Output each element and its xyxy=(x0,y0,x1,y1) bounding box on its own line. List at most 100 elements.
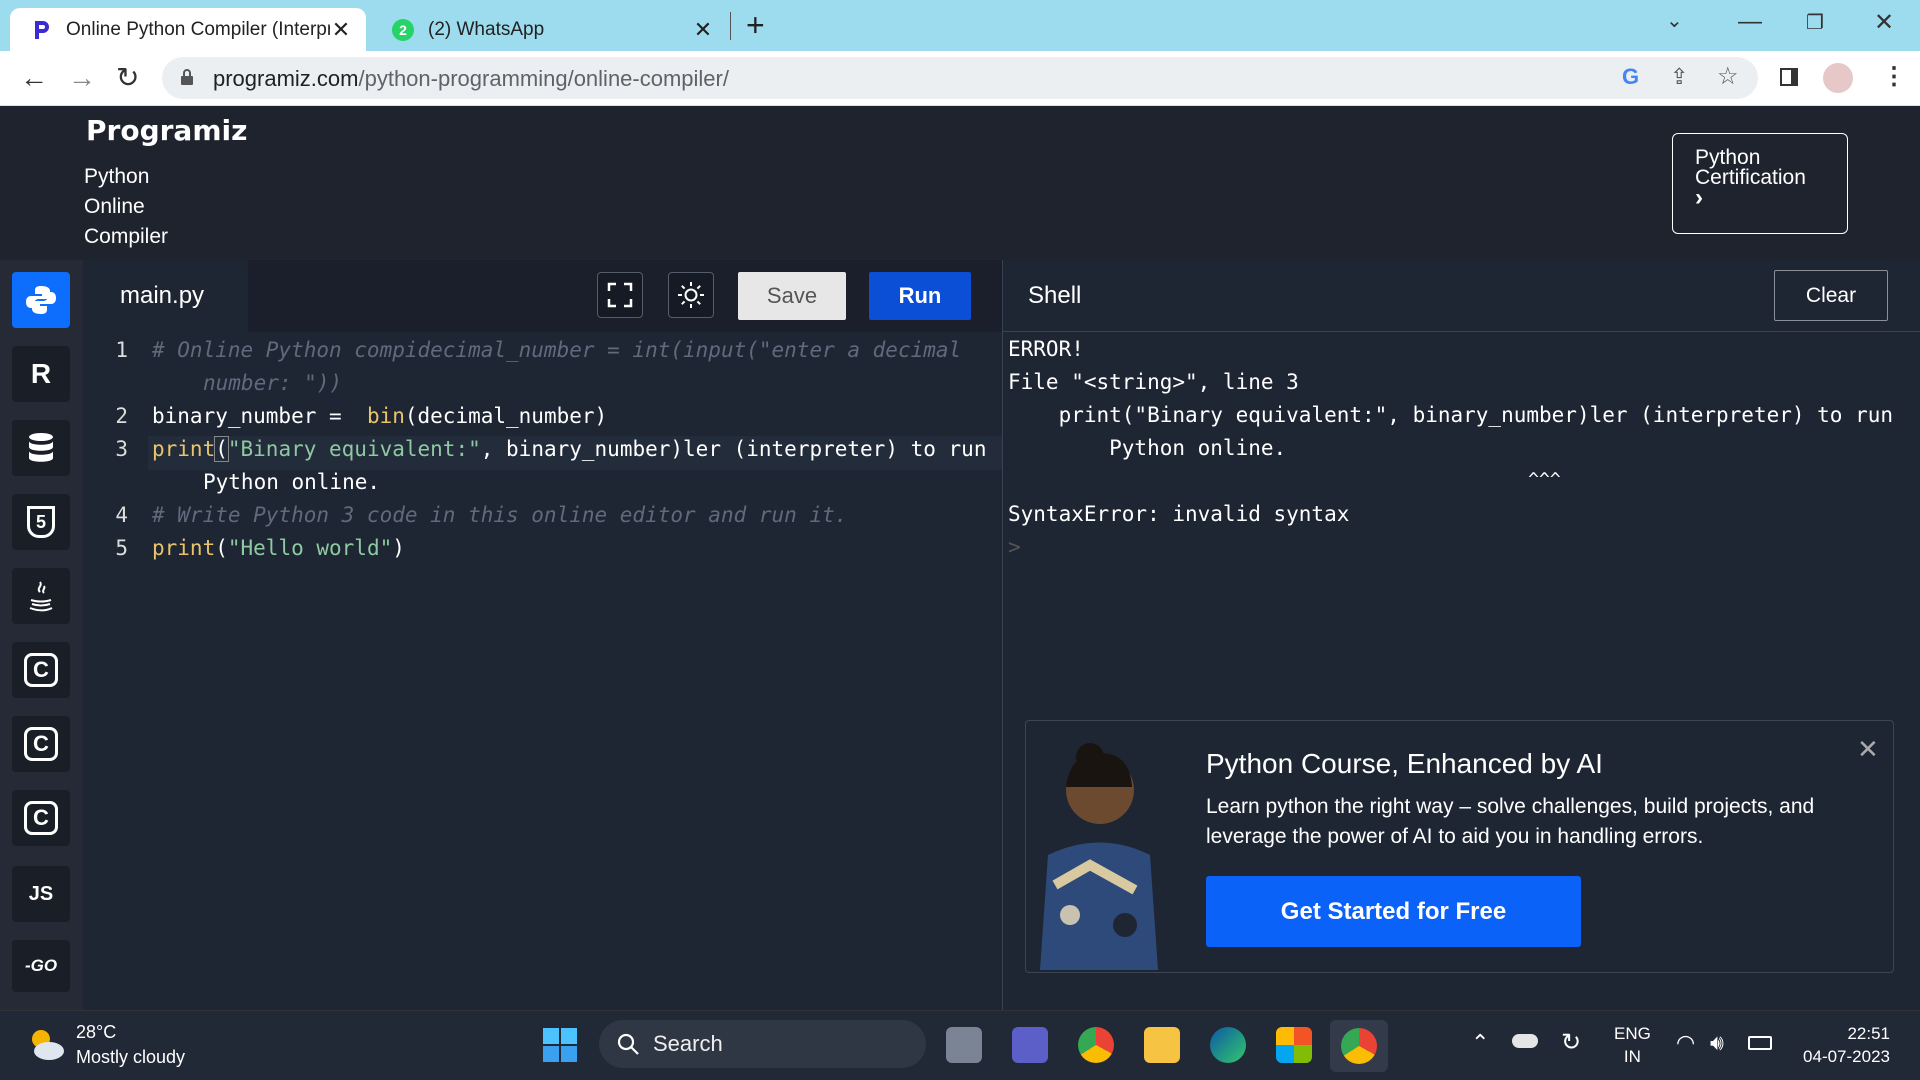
theme-toggle-button[interactable] xyxy=(668,272,714,318)
sidebar-item-go[interactable]: -GO xyxy=(12,940,70,992)
code-line[interactable]: binary_number = bin(decimal_number) xyxy=(152,404,607,428)
url-text[interactable]: programiz.com/python-programming/online-… xyxy=(213,66,729,92)
tab-whatsapp[interactable]: 2 (2) WhatsApp ✕ xyxy=(372,8,728,51)
sidebar-item-python[interactable] xyxy=(12,272,70,328)
go-icon: -GO xyxy=(24,956,58,975)
side-panel-icon[interactable] xyxy=(1780,68,1798,86)
js-icon: JS xyxy=(28,882,54,905)
cert-label: Certification xyxy=(1695,166,1806,189)
tab-search-icon[interactable]: ⌄ xyxy=(1666,8,1683,33)
volume-icon[interactable]: 🔊︎ xyxy=(1710,1030,1724,1056)
code-editor[interactable]: 1 # Online Python compidecimal_number = … xyxy=(84,332,1002,1010)
sidebar-item-cpp[interactable]: C xyxy=(12,716,70,772)
shell-line: SyntaxError: invalid syntax xyxy=(1008,502,1350,526)
fullscreen-button[interactable] xyxy=(597,272,643,318)
shell-line: ^^^ xyxy=(1008,469,1561,490)
windows-start-icon[interactable] xyxy=(543,1028,577,1062)
get-started-button[interactable]: Get Started for Free xyxy=(1206,876,1581,947)
search-icon xyxy=(616,1032,640,1056)
whatsapp-icon: 2 xyxy=(392,18,414,41)
clock[interactable]: 22:51 04-07-2023 xyxy=(1790,1022,1890,1068)
battery-icon[interactable] xyxy=(1748,1036,1772,1050)
task-view-icon[interactable] xyxy=(946,1027,982,1063)
taskbar-search[interactable]: Search xyxy=(599,1020,926,1068)
teams-chat-icon[interactable] xyxy=(1012,1027,1048,1063)
line-number: 5 xyxy=(115,536,128,560)
sidebar-item-js[interactable]: JS xyxy=(12,866,70,922)
clear-button[interactable]: Clear xyxy=(1774,270,1888,321)
html5-icon: 5 xyxy=(27,506,55,538)
code-line[interactable]: # Write Python 3 code in this online edi… xyxy=(152,503,847,527)
tab-online-python-compiler[interactable]: Online Python Compiler (Interpreter) ✕ xyxy=(10,8,366,51)
new-tab-icon[interactable]: + xyxy=(746,9,765,41)
sidebar-item-c[interactable]: C xyxy=(12,642,70,698)
chrome-icon xyxy=(1341,1028,1377,1064)
python-certification-button[interactable]: Python Certification › xyxy=(1672,133,1848,234)
temperature: 28°C xyxy=(76,1022,117,1042)
chrome-icon[interactable] xyxy=(1078,1027,1114,1063)
weather-widget[interactable]: 28°C Mostly cloudy xyxy=(76,1020,185,1070)
code-token: ) xyxy=(392,536,405,560)
close-tab-icon[interactable]: ✕ xyxy=(330,17,352,43)
lock-icon[interactable] xyxy=(180,68,194,86)
code-token: bin xyxy=(366,404,405,428)
active-chrome-window[interactable] xyxy=(1330,1020,1388,1072)
code-line-wrap[interactable]: number: ")) xyxy=(203,371,342,395)
wifi-icon[interactable]: ◠ xyxy=(1676,1030,1695,1056)
code-line-wrap[interactable]: Python online. xyxy=(203,470,380,494)
language-indicator[interactable]: ENG IN xyxy=(1614,1022,1651,1068)
title-line: Compiler xyxy=(84,225,169,248)
chevron-up-icon[interactable]: ⌃ xyxy=(1471,1030,1489,1056)
csharp-icon: C xyxy=(24,801,58,835)
sidebar-item-java[interactable] xyxy=(12,568,70,624)
minimize-icon[interactable]: — xyxy=(1738,8,1762,36)
file-tab-main-py[interactable]: main.py xyxy=(84,260,248,332)
sync-icon[interactable]: ↻ xyxy=(1561,1028,1581,1057)
code-line[interactable]: # Online Python compidecimal_number = in… xyxy=(152,338,961,362)
tab-divider xyxy=(730,12,731,40)
cpp-icon: C xyxy=(24,727,58,761)
back-icon[interactable]: ← xyxy=(20,63,48,93)
line-number: 4 xyxy=(115,503,128,527)
restore-icon[interactable]: ❐ xyxy=(1806,10,1824,35)
weather-icon[interactable] xyxy=(26,1026,66,1062)
code-line[interactable]: print("Hello world") xyxy=(152,536,405,560)
tab-title: Online Python Compiler (Interpreter) xyxy=(66,18,330,40)
page-title: Python Online Compiler xyxy=(84,162,244,252)
close-ad-icon[interactable]: ✕ xyxy=(1857,734,1879,765)
profile-avatar[interactable] xyxy=(1823,63,1853,93)
sidebar-item-csharp[interactable]: C xyxy=(12,790,70,846)
reload-icon[interactable]: ↻ xyxy=(116,63,139,93)
sidebar-item-html[interactable]: 5 xyxy=(12,494,70,550)
edge-icon[interactable] xyxy=(1210,1027,1246,1063)
file-explorer-icon[interactable] xyxy=(1144,1027,1180,1063)
title-line: Online xyxy=(84,195,145,218)
close-window-icon[interactable]: ✕ xyxy=(1874,8,1894,37)
bookmark-star-icon[interactable]: ☆ xyxy=(1717,62,1739,91)
sun-icon xyxy=(678,282,704,308)
database-icon xyxy=(29,433,53,462)
code-line[interactable]: print("Binary equivalent:", binary_numbe… xyxy=(152,436,986,462)
close-tab-icon[interactable]: ✕ xyxy=(692,17,714,43)
sidebar-item-r[interactable]: R xyxy=(12,346,70,402)
onedrive-icon[interactable] xyxy=(1512,1034,1538,1048)
sidebar-item-sql[interactable] xyxy=(12,420,70,476)
run-button[interactable]: Run xyxy=(869,272,971,320)
line-number: 2 xyxy=(115,404,128,428)
weather-condition: Mostly cloudy xyxy=(76,1047,186,1067)
share-icon[interactable]: ⇪ xyxy=(1670,64,1688,90)
forward-icon[interactable]: → xyxy=(68,63,96,93)
date: 04-07-2023 xyxy=(1803,1047,1890,1066)
menu-icon[interactable]: ⋮ xyxy=(1882,62,1906,91)
code-token: "Binary equivalent:" xyxy=(227,437,481,461)
code-token: "Hello world" xyxy=(227,536,393,560)
microsoft-store-icon[interactable] xyxy=(1276,1027,1312,1063)
lang-code: ENG xyxy=(1614,1024,1651,1043)
line-number: 3 xyxy=(115,437,128,461)
shell-line: Python online. xyxy=(1008,436,1287,460)
google-icon[interactable]: G xyxy=(1622,64,1639,90)
shell-line: File "<string>", line 3 xyxy=(1008,370,1299,394)
tab-title: (2) WhatsApp xyxy=(428,18,545,40)
programiz-logo[interactable]: Programiz xyxy=(86,114,247,147)
save-button[interactable]: Save xyxy=(738,272,846,320)
